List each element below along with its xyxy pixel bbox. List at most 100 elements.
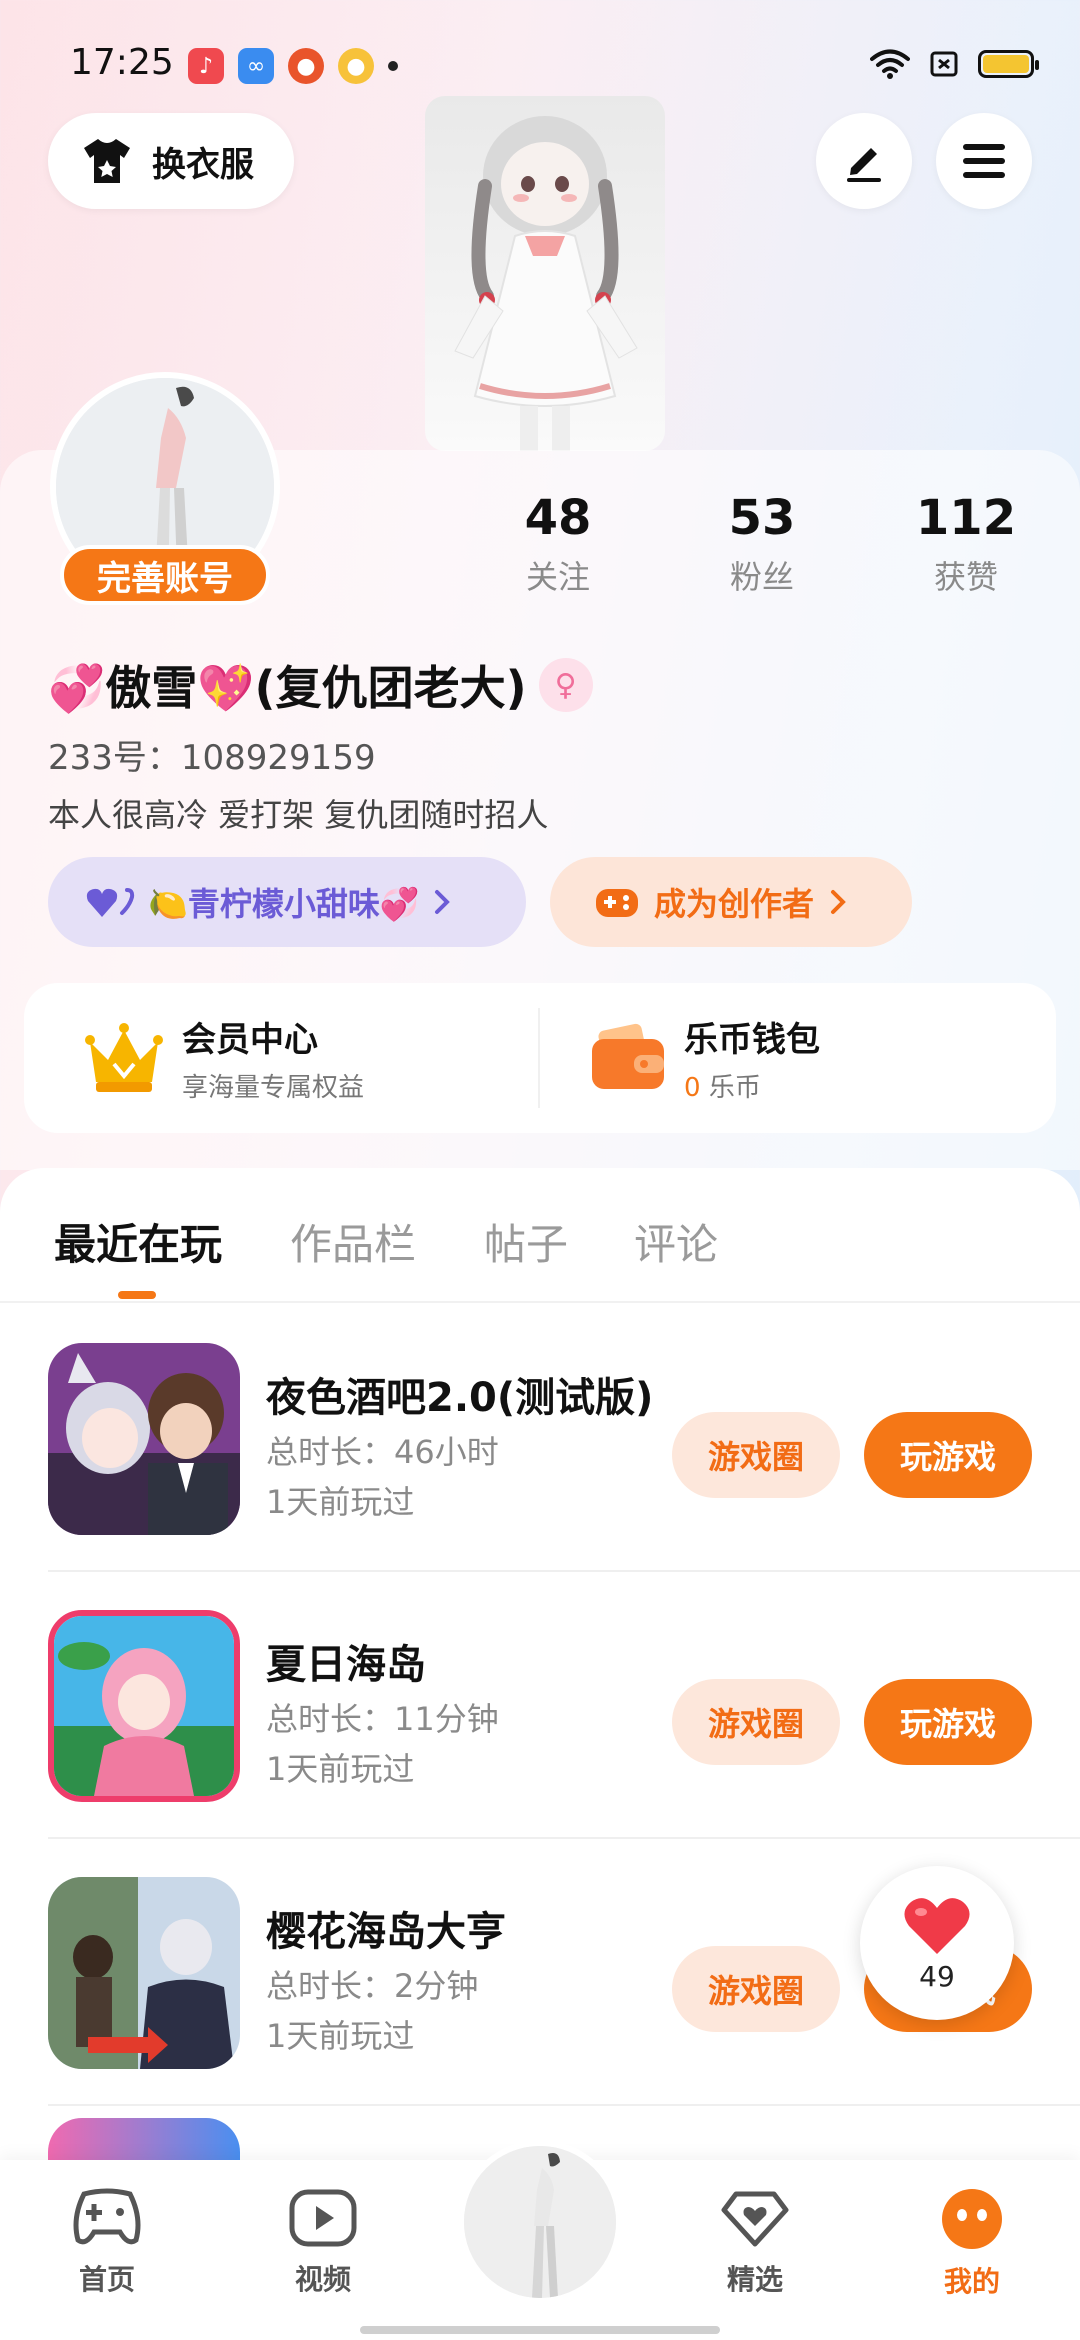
infinity-app-icon: ∞	[238, 48, 274, 84]
battery-icon	[978, 50, 1039, 78]
bottom-nav: 首页 视频 精选 我的	[0, 2140, 1080, 2340]
user-bio: 本人很高冷 爱打架 复仇团随时招人	[48, 796, 549, 834]
status-time: 17:25	[70, 42, 174, 83]
nickname: 💞傲雪💖(复仇团老大)	[48, 661, 527, 715]
pencil-icon	[847, 148, 881, 182]
change-outfit-button[interactable]: 换衣服	[48, 113, 294, 209]
wifi-icon	[870, 49, 910, 79]
wallet-divider	[538, 1008, 540, 1108]
wallet-icon	[592, 1023, 664, 1089]
stat-fans-label: 粉丝	[729, 558, 794, 596]
game-title[interactable]: 夏日海岛	[266, 1632, 426, 1690]
tab-active-indicator	[118, 1291, 156, 1299]
vip-center-button[interactable]: 会员中心 享海量专属权益	[84, 983, 364, 1133]
avatar-figure-icon	[464, 2146, 616, 2298]
game-cover-image	[54, 1616, 234, 1796]
play-game-button[interactable]: 玩游戏	[864, 1679, 1032, 1765]
game-last-played: 1天前玩过	[266, 1750, 415, 1788]
menu-button[interactable]	[936, 113, 1032, 209]
hearts-icon	[86, 888, 135, 917]
game-thumbnail[interactable]	[48, 1610, 240, 1802]
stat-likes-label: 获赞	[933, 558, 998, 596]
like-heart-button[interactable]: 49	[860, 1866, 1014, 2020]
nav-home[interactable]: 首页	[42, 2188, 172, 2298]
game-cover-image	[48, 1343, 240, 1535]
game-thumbnail[interactable]	[48, 1877, 240, 2069]
game-last-played: 1天前玩过	[266, 2017, 415, 2055]
tab-comments[interactable]: 评论	[634, 1211, 718, 1272]
wallet-card: 会员中心 享海量专属权益 乐币钱包 0 乐币	[24, 983, 1056, 1133]
club-tag-button[interactable]: 🍋青柠檬小甜味💞	[48, 857, 526, 947]
stat-likes-value: 112	[915, 490, 1017, 546]
nav-mine[interactable]: 我的	[907, 2188, 1037, 2300]
gamepad-icon	[73, 2188, 141, 2245]
edit-button[interactable]	[816, 113, 912, 209]
heart-icon	[904, 1897, 970, 1954]
chevron-right-icon	[434, 890, 450, 914]
chevron-right-icon	[831, 890, 846, 914]
nav-video[interactable]: 视频	[258, 2188, 388, 2298]
game-row[interactable]: 夏日海岛 总时长：11分钟 1天前玩过 游戏圈 玩游戏	[48, 1572, 1080, 1839]
nav-avatar[interactable]	[458, 2140, 622, 2304]
game-title[interactable]: 夜色酒吧2.0(测试版)	[266, 1365, 653, 1423]
coin-wallet-button[interactable]: 乐币钱包 0 乐币	[590, 983, 820, 1133]
gamepad-icon	[596, 889, 638, 917]
notification-icons: ♪ ∞ ● ●	[188, 48, 398, 84]
heart-diamond-icon	[721, 2191, 789, 2247]
club-tag-label: 🍋青柠檬小甜味💞	[148, 885, 420, 923]
user-id: 233号：108929159	[48, 738, 376, 778]
video-play-icon	[289, 2189, 357, 2247]
complete-account-button[interactable]: 完善账号	[60, 545, 270, 605]
game-thumbnail[interactable]	[48, 1343, 240, 1535]
nav-featured[interactable]: 精选	[690, 2188, 820, 2298]
game-duration: 总时长：2分钟	[266, 1967, 479, 2005]
game-circle-button[interactable]: 游戏圈	[672, 1412, 840, 1498]
tab-works[interactable]: 作品栏	[290, 1211, 416, 1272]
game-duration: 总时长：46小时	[266, 1433, 499, 1471]
home-indicator[interactable]	[360, 2326, 720, 2334]
stat-following-label: 关注	[525, 558, 590, 596]
game-last-played: 1天前玩过	[266, 1483, 415, 1521]
tab-bar: 最近在玩 作品栏 帖子 评论	[0, 1168, 1080, 1303]
smiley-face-icon	[942, 2189, 1002, 2249]
coin-wallet-title: 乐币钱包	[684, 1020, 820, 1060]
game-circle-button[interactable]: 游戏圈	[672, 1679, 840, 1765]
system-icons	[870, 48, 1039, 80]
nickname-row: 💞傲雪💖(复仇团老大) ♀	[48, 652, 593, 718]
game-circle-button[interactable]: 游戏圈	[672, 1946, 840, 2032]
character-figure-icon	[454, 116, 638, 451]
sim-off-icon	[930, 51, 958, 77]
game-title[interactable]: 樱花海岛大亨	[266, 1899, 506, 1957]
vip-center-subtitle: 享海量专属权益	[182, 1073, 365, 1103]
shirt-icon	[84, 139, 130, 183]
tab-recently-played[interactable]: 最近在玩	[54, 1211, 222, 1272]
hamburger-icon	[963, 144, 1005, 178]
like-count: 49	[919, 1959, 955, 1993]
tab-posts[interactable]: 帖子	[484, 1211, 568, 1272]
vip-center-title: 会员中心	[182, 1020, 318, 1060]
stat-following-value: 48	[524, 490, 592, 546]
become-creator-button[interactable]: 成为创作者	[550, 857, 912, 947]
stat-fans[interactable]: 53 粉丝	[692, 490, 832, 598]
nav-mine-label: 我的	[943, 2265, 1000, 2298]
game-duration: 总时长：11分钟	[266, 1700, 499, 1738]
coin-unit: 乐币	[708, 1073, 761, 1103]
nav-featured-label: 精选	[726, 2263, 783, 2296]
character-avatar-3d[interactable]	[425, 96, 665, 451]
music-app-icon: ♪	[188, 48, 224, 84]
nav-home-label: 首页	[78, 2263, 135, 2296]
become-creator-label: 成为创作者	[654, 885, 815, 923]
female-gender-icon: ♀	[538, 658, 593, 712]
stat-following[interactable]: 48 关注	[488, 490, 628, 598]
game-app-icon: ●	[288, 48, 324, 84]
nav-video-label: 视频	[294, 2263, 351, 2296]
game-cover-image	[48, 1877, 240, 2069]
game-row[interactable]: 夜色酒吧2.0(测试版) 总时长：46小时 1天前玩过 游戏圈 玩游戏	[48, 1305, 1080, 1572]
coin-amount: 0	[684, 1073, 701, 1103]
fruit-app-icon: ●	[338, 48, 374, 84]
more-notifications-icon	[388, 61, 398, 71]
stat-likes[interactable]: 112 获赞	[896, 490, 1036, 598]
play-game-button[interactable]: 玩游戏	[864, 1412, 1032, 1498]
crown-icon	[85, 1023, 163, 1092]
stat-fans-value: 53	[728, 490, 796, 546]
